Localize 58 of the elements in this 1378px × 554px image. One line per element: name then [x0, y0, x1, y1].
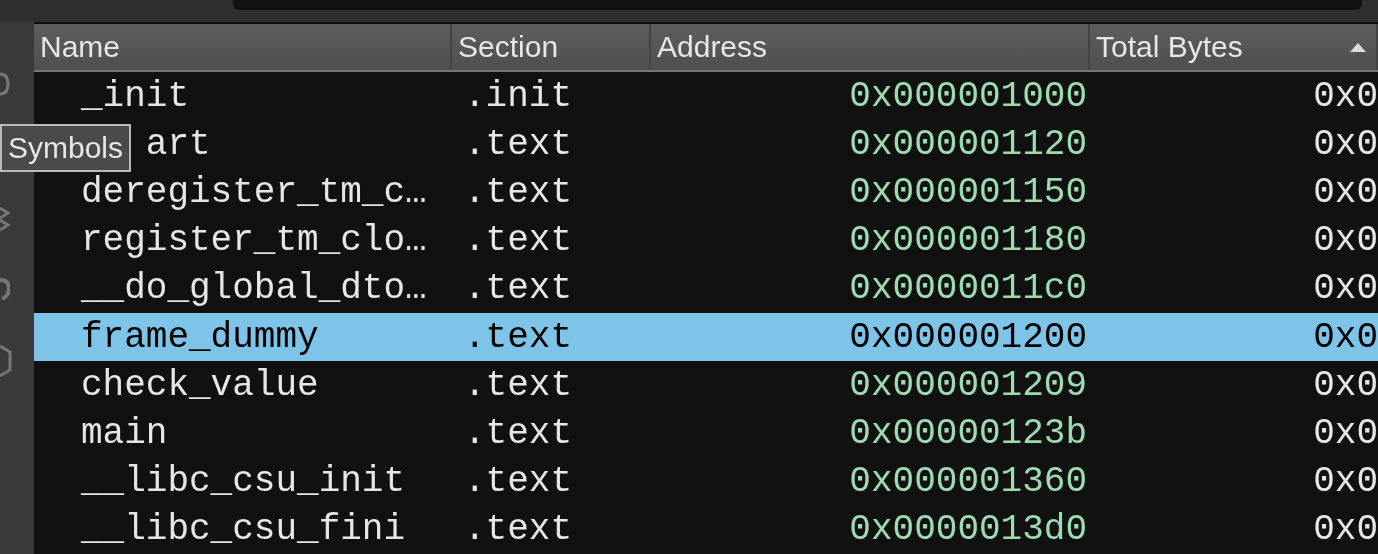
table-row[interactable]: __do_global_dto… .text 0x0000011c0 0x0 [34, 264, 1378, 313]
address: 0x000001120 [848, 123, 1088, 165]
address: 0x000001209 [848, 364, 1088, 406]
table-row[interactable]: _init .init 0x000001000 0x0 [34, 72, 1378, 121]
section-name: .text [463, 123, 574, 165]
table-row[interactable]: frame_dummy .text 0x000001200 0x0 [34, 312, 1378, 362]
symbol-name: __libc_csu_fini [81, 509, 406, 551]
section-name: .text [463, 316, 574, 358]
symbol-name: art [145, 123, 211, 165]
symbol-name: main [81, 412, 168, 454]
total-bytes: 0x0 [1312, 268, 1378, 310]
sidebar-icon[interactable] [0, 344, 12, 378]
column-header[interactable]: Total Bytes [1090, 24, 1378, 70]
address: 0x000001000 [848, 75, 1088, 117]
symbol-name: __libc_csu_init [81, 461, 406, 503]
section-name: .text [463, 364, 574, 406]
address: 0x000001180 [848, 220, 1088, 262]
tooltip: Symbols [0, 124, 132, 172]
search-field[interactable] [233, 0, 1362, 10]
address: 0x000001150 [848, 171, 1088, 213]
total-bytes: 0x0 [1312, 461, 1378, 503]
total-bytes: 0x0 [1312, 220, 1378, 262]
section-name: .init [463, 75, 574, 117]
symbol-name: frame_dummy [81, 316, 319, 358]
symbol-name: check_value [81, 364, 319, 406]
sidebar-icon[interactable] [0, 278, 10, 300]
total-bytes: 0x0 [1312, 171, 1378, 213]
address: 0x000001200 [848, 316, 1088, 358]
column-header[interactable]: Address [651, 24, 1090, 70]
section-name: .text [463, 268, 574, 310]
table-row[interactable]: register_tm_clo… .text 0x000001180 0x0 [34, 216, 1378, 265]
section-name: .text [463, 461, 574, 503]
table-row[interactable]: main .text 0x00000123b 0x0 [34, 409, 1378, 458]
address: 0x000001360 [848, 461, 1088, 503]
total-bytes: 0x0 [1312, 364, 1378, 406]
symbol-name: _init [81, 75, 190, 117]
column-header[interactable]: Section [452, 24, 651, 70]
table-row[interactable]: __libc_csu_init .text 0x000001360 0x0 [34, 457, 1378, 506]
section-name: .text [463, 171, 574, 213]
section-name: .text [463, 220, 574, 262]
table-row[interactable]: check_value .text 0x000001209 0x0 [34, 361, 1378, 410]
column-header[interactable]: Name [34, 24, 452, 70]
sidebar-icon[interactable] [0, 72, 10, 96]
address: 0x0000013d0 [848, 509, 1088, 551]
symbol-name: deregister_tm_c… [81, 171, 427, 213]
symbol-name: register_tm_clo… [81, 220, 427, 262]
total-bytes: 0x0 [1312, 316, 1378, 358]
symbol-name: __do_global_dto… [81, 268, 427, 310]
total-bytes: 0x0 [1312, 123, 1378, 165]
total-bytes: 0x0 [1312, 412, 1378, 454]
total-bytes: 0x0 [1312, 509, 1378, 551]
sidebar-icon[interactable] [0, 204, 10, 234]
table-row[interactable]: __libc_csu_fini .text 0x0000013d0 0x0 [34, 505, 1378, 554]
section-name: .text [463, 412, 574, 454]
address: 0x00000123b [848, 412, 1088, 454]
section-name: .text [463, 509, 574, 551]
address: 0x0000011c0 [848, 268, 1088, 310]
total-bytes: 0x0 [1312, 75, 1378, 117]
